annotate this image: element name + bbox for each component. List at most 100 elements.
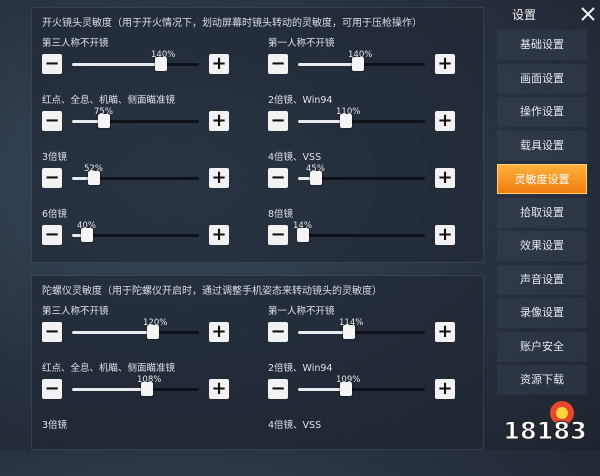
- increase-button[interactable]: +: [435, 379, 455, 399]
- slider-label: 红点、全息、机瞄、侧面瞄准镜: [42, 95, 176, 106]
- slider-track[interactable]: [298, 382, 425, 396]
- nav-item-4[interactable]: 灵敏度设置: [497, 164, 587, 194]
- slider-value: 120%: [143, 318, 168, 328]
- sensitivity-slider-group: 4倍镜、VSS − 45% +: [258, 148, 483, 208]
- sensitivity-slider-group: 3倍镜: [32, 416, 257, 476]
- slider-label: 6倍镜: [42, 209, 68, 220]
- gyro-sensitivity-panel: 陀螺仪灵敏度（用于陀螺仪开启时，通过调整手机姿态来转动镜头的灵敏度） 第三人称不…: [31, 275, 484, 450]
- decrease-button[interactable]: −: [42, 168, 62, 188]
- slider-fill: [298, 388, 346, 391]
- nav-item-1[interactable]: 画面设置: [497, 63, 587, 94]
- slider-track[interactable]: [72, 171, 199, 185]
- slider-track[interactable]: [298, 171, 425, 185]
- watermark-logo: 18183: [503, 401, 587, 445]
- settings-title: 设置: [512, 8, 537, 22]
- slider-value: 110%: [336, 107, 361, 117]
- nav-item-10[interactable]: 资源下载: [497, 365, 587, 395]
- slider-fill: [72, 63, 161, 66]
- slider-track[interactable]: [72, 382, 199, 396]
- decrease-button[interactable]: −: [42, 322, 62, 342]
- sensitivity-slider-group: 4倍镜、VSS: [258, 416, 483, 476]
- increase-button[interactable]: +: [209, 322, 229, 342]
- fire-sensitivity-header: 开火镜头灵敏度（用于开火情况下，划动屏幕时镜头转动的灵敏度，可用于压枪操作）: [42, 18, 422, 29]
- close-icon[interactable]: [577, 3, 599, 25]
- slider-track[interactable]: [298, 325, 425, 339]
- decrease-button[interactable]: −: [268, 225, 288, 245]
- increase-button[interactable]: +: [209, 379, 229, 399]
- slider-label: 2倍镜、Win94: [268, 95, 333, 106]
- slider-label: 第一人称不开镜: [268, 38, 335, 49]
- sensitivity-slider-group: 8倍镜 −14% +: [258, 205, 483, 265]
- nav-item-6[interactable]: 效果设置: [497, 231, 587, 261]
- increase-button[interactable]: +: [209, 54, 229, 74]
- nav-item-3[interactable]: 载具设置: [497, 130, 587, 161]
- slider-value: 114%: [339, 318, 364, 328]
- sensitivity-slider-group: 红点、全息、机瞄、侧面瞄准镜 − 75% +: [32, 91, 257, 151]
- nav-item-8[interactable]: 录像设置: [497, 298, 587, 328]
- slider-value: 109%: [336, 375, 361, 385]
- slider-track[interactable]: [72, 114, 199, 128]
- nav-item-0[interactable]: 基础设置: [497, 30, 587, 60]
- slider-value: 14%: [293, 221, 312, 231]
- settings-sidebar: 设置 基础设置 画面设置 操作设置 载具设置 灵敏度设置 拾取设置 效果设置 声音设置 录像设置…: [492, 0, 600, 450]
- decrease-button[interactable]: −: [42, 54, 62, 74]
- slider-value: 52%: [84, 164, 103, 174]
- decrease-button[interactable]: −: [42, 111, 62, 131]
- slider-label: 红点、全息、机瞄、侧面瞄准镜: [42, 363, 176, 374]
- slider-fill: [72, 388, 147, 391]
- decrease-button[interactable]: −: [268, 168, 288, 188]
- decrease-button[interactable]: −: [268, 111, 288, 131]
- decrease-button[interactable]: −: [268, 54, 288, 74]
- sensitivity-slider-group: 2倍镜、Win94 − 110% +: [258, 91, 483, 151]
- slider-label: 第三人称不开镜: [42, 38, 109, 49]
- sensitivity-slider-group: 第三人称不开镜 − 120% +: [32, 302, 257, 362]
- slider-value: 75%: [94, 107, 113, 117]
- nav-item-7[interactable]: 声音设置: [497, 264, 587, 295]
- slider-label: 第三人称不开镜: [42, 306, 109, 317]
- slider-track[interactable]: [298, 114, 425, 128]
- increase-button[interactable]: +: [435, 111, 455, 131]
- slider-label: 8倍镜: [268, 209, 294, 220]
- slider-label: 4倍镜、VSS: [268, 420, 322, 431]
- fire-sensitivity-panel: 开火镜头灵敏度（用于开火情况下，划动屏幕时镜头转动的灵敏度，可用于压枪操作） 第…: [31, 7, 484, 263]
- sensitivity-slider-group: 2倍镜、Win94 − 109% +: [258, 359, 483, 419]
- increase-button[interactable]: +: [435, 54, 455, 74]
- slider-track[interactable]: [72, 325, 199, 339]
- watermark-text: 18183: [503, 417, 587, 445]
- slider-value: 40%: [77, 221, 96, 231]
- decrease-button[interactable]: −: [42, 225, 62, 245]
- sensitivity-slider-group: 第一人称不开镜 − 114% +: [258, 302, 483, 362]
- slider-fill: [298, 331, 349, 334]
- decrease-button[interactable]: −: [42, 379, 62, 399]
- slider-value: 45%: [306, 164, 325, 174]
- increase-button[interactable]: +: [209, 168, 229, 188]
- decrease-button[interactable]: −: [268, 379, 288, 399]
- slider-fill: [298, 63, 358, 66]
- sensitivity-slider-group: 6倍镜 − 40% +: [32, 205, 257, 265]
- increase-button[interactable]: +: [435, 168, 455, 188]
- slider-fill: [72, 331, 153, 334]
- nav-item-9[interactable]: 账户安全: [497, 331, 587, 362]
- slider-value: 140%: [348, 50, 373, 60]
- increase-button[interactable]: +: [209, 225, 229, 245]
- nav-item-2[interactable]: 操作设置: [497, 97, 587, 127]
- slider-label: 3倍镜: [42, 420, 68, 431]
- sensitivity-slider-group: 3倍镜 − 52% +: [32, 148, 257, 208]
- nav-item-5[interactable]: 拾取设置: [497, 197, 587, 228]
- gyro-sensitivity-header: 陀螺仪灵敏度（用于陀螺仪开启时，通过调整手机姿态来转动镜头的灵敏度）: [42, 286, 382, 297]
- slider-track[interactable]: [72, 57, 199, 71]
- slider-label: 2倍镜、Win94: [268, 363, 333, 374]
- slider-track[interactable]: [72, 228, 199, 242]
- slider-label: 3倍镜: [42, 152, 68, 163]
- slider-value: 108%: [137, 375, 162, 385]
- increase-button[interactable]: +: [209, 111, 229, 131]
- slider-track[interactable]: [298, 57, 425, 71]
- increase-button[interactable]: +: [435, 322, 455, 342]
- sensitivity-slider-group: 红点、全息、机瞄、侧面瞄准镜 − 108% +: [32, 359, 257, 419]
- slider-track[interactable]: [297, 228, 425, 242]
- slider-label: 4倍镜、VSS: [268, 152, 322, 163]
- increase-button[interactable]: +: [435, 225, 455, 245]
- sensitivity-slider-group: 第一人称不开镜 − 140% +: [258, 34, 483, 94]
- slider-value: 140%: [151, 50, 176, 60]
- decrease-button[interactable]: −: [268, 322, 288, 342]
